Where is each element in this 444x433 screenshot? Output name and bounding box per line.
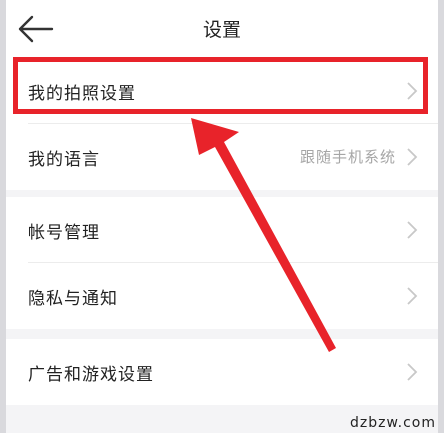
chevron-right-icon bbox=[406, 147, 418, 167]
settings-screen: 设置 我的拍照设置 我的语言 跟随手机系统 帐号管理 隐私与通知 广告和游戏设置 bbox=[6, 0, 438, 433]
settings-item-value: 跟随手机系统 bbox=[299, 148, 396, 166]
chevron-right-icon bbox=[406, 220, 418, 240]
settings-item-label: 广告和游戏设置 bbox=[28, 365, 154, 385]
page-title: 设置 bbox=[202, 19, 241, 41]
chevron-right-icon bbox=[406, 362, 418, 382]
settings-item-privacy[interactable]: 隐私与通知 bbox=[6, 263, 438, 329]
settings-item-label: 帐号管理 bbox=[28, 223, 100, 243]
watermark: dzbzw.com bbox=[350, 415, 436, 431]
settings-item-language[interactable]: 我的语言 跟随手机系统 bbox=[6, 124, 438, 190]
settings-item-photo[interactable]: 我的拍照设置 bbox=[6, 58, 438, 124]
settings-item-label: 我的拍照设置 bbox=[28, 84, 136, 104]
settings-item-ads-games[interactable]: 广告和游戏设置 bbox=[6, 339, 438, 405]
settings-item-account[interactable]: 帐号管理 bbox=[6, 197, 438, 263]
settings-item-label: 隐私与通知 bbox=[28, 289, 118, 309]
top-bar: 设置 bbox=[6, 0, 438, 59]
device-frame-right bbox=[438, 0, 444, 433]
settings-group-3: 广告和游戏设置 bbox=[6, 339, 438, 405]
settings-item-label: 我的语言 bbox=[28, 150, 100, 170]
chevron-right-icon bbox=[406, 81, 418, 101]
settings-group-2: 帐号管理 隐私与通知 bbox=[6, 197, 438, 329]
chevron-right-icon bbox=[406, 286, 418, 306]
settings-group-1: 我的拍照设置 我的语言 跟随手机系统 bbox=[6, 58, 438, 190]
